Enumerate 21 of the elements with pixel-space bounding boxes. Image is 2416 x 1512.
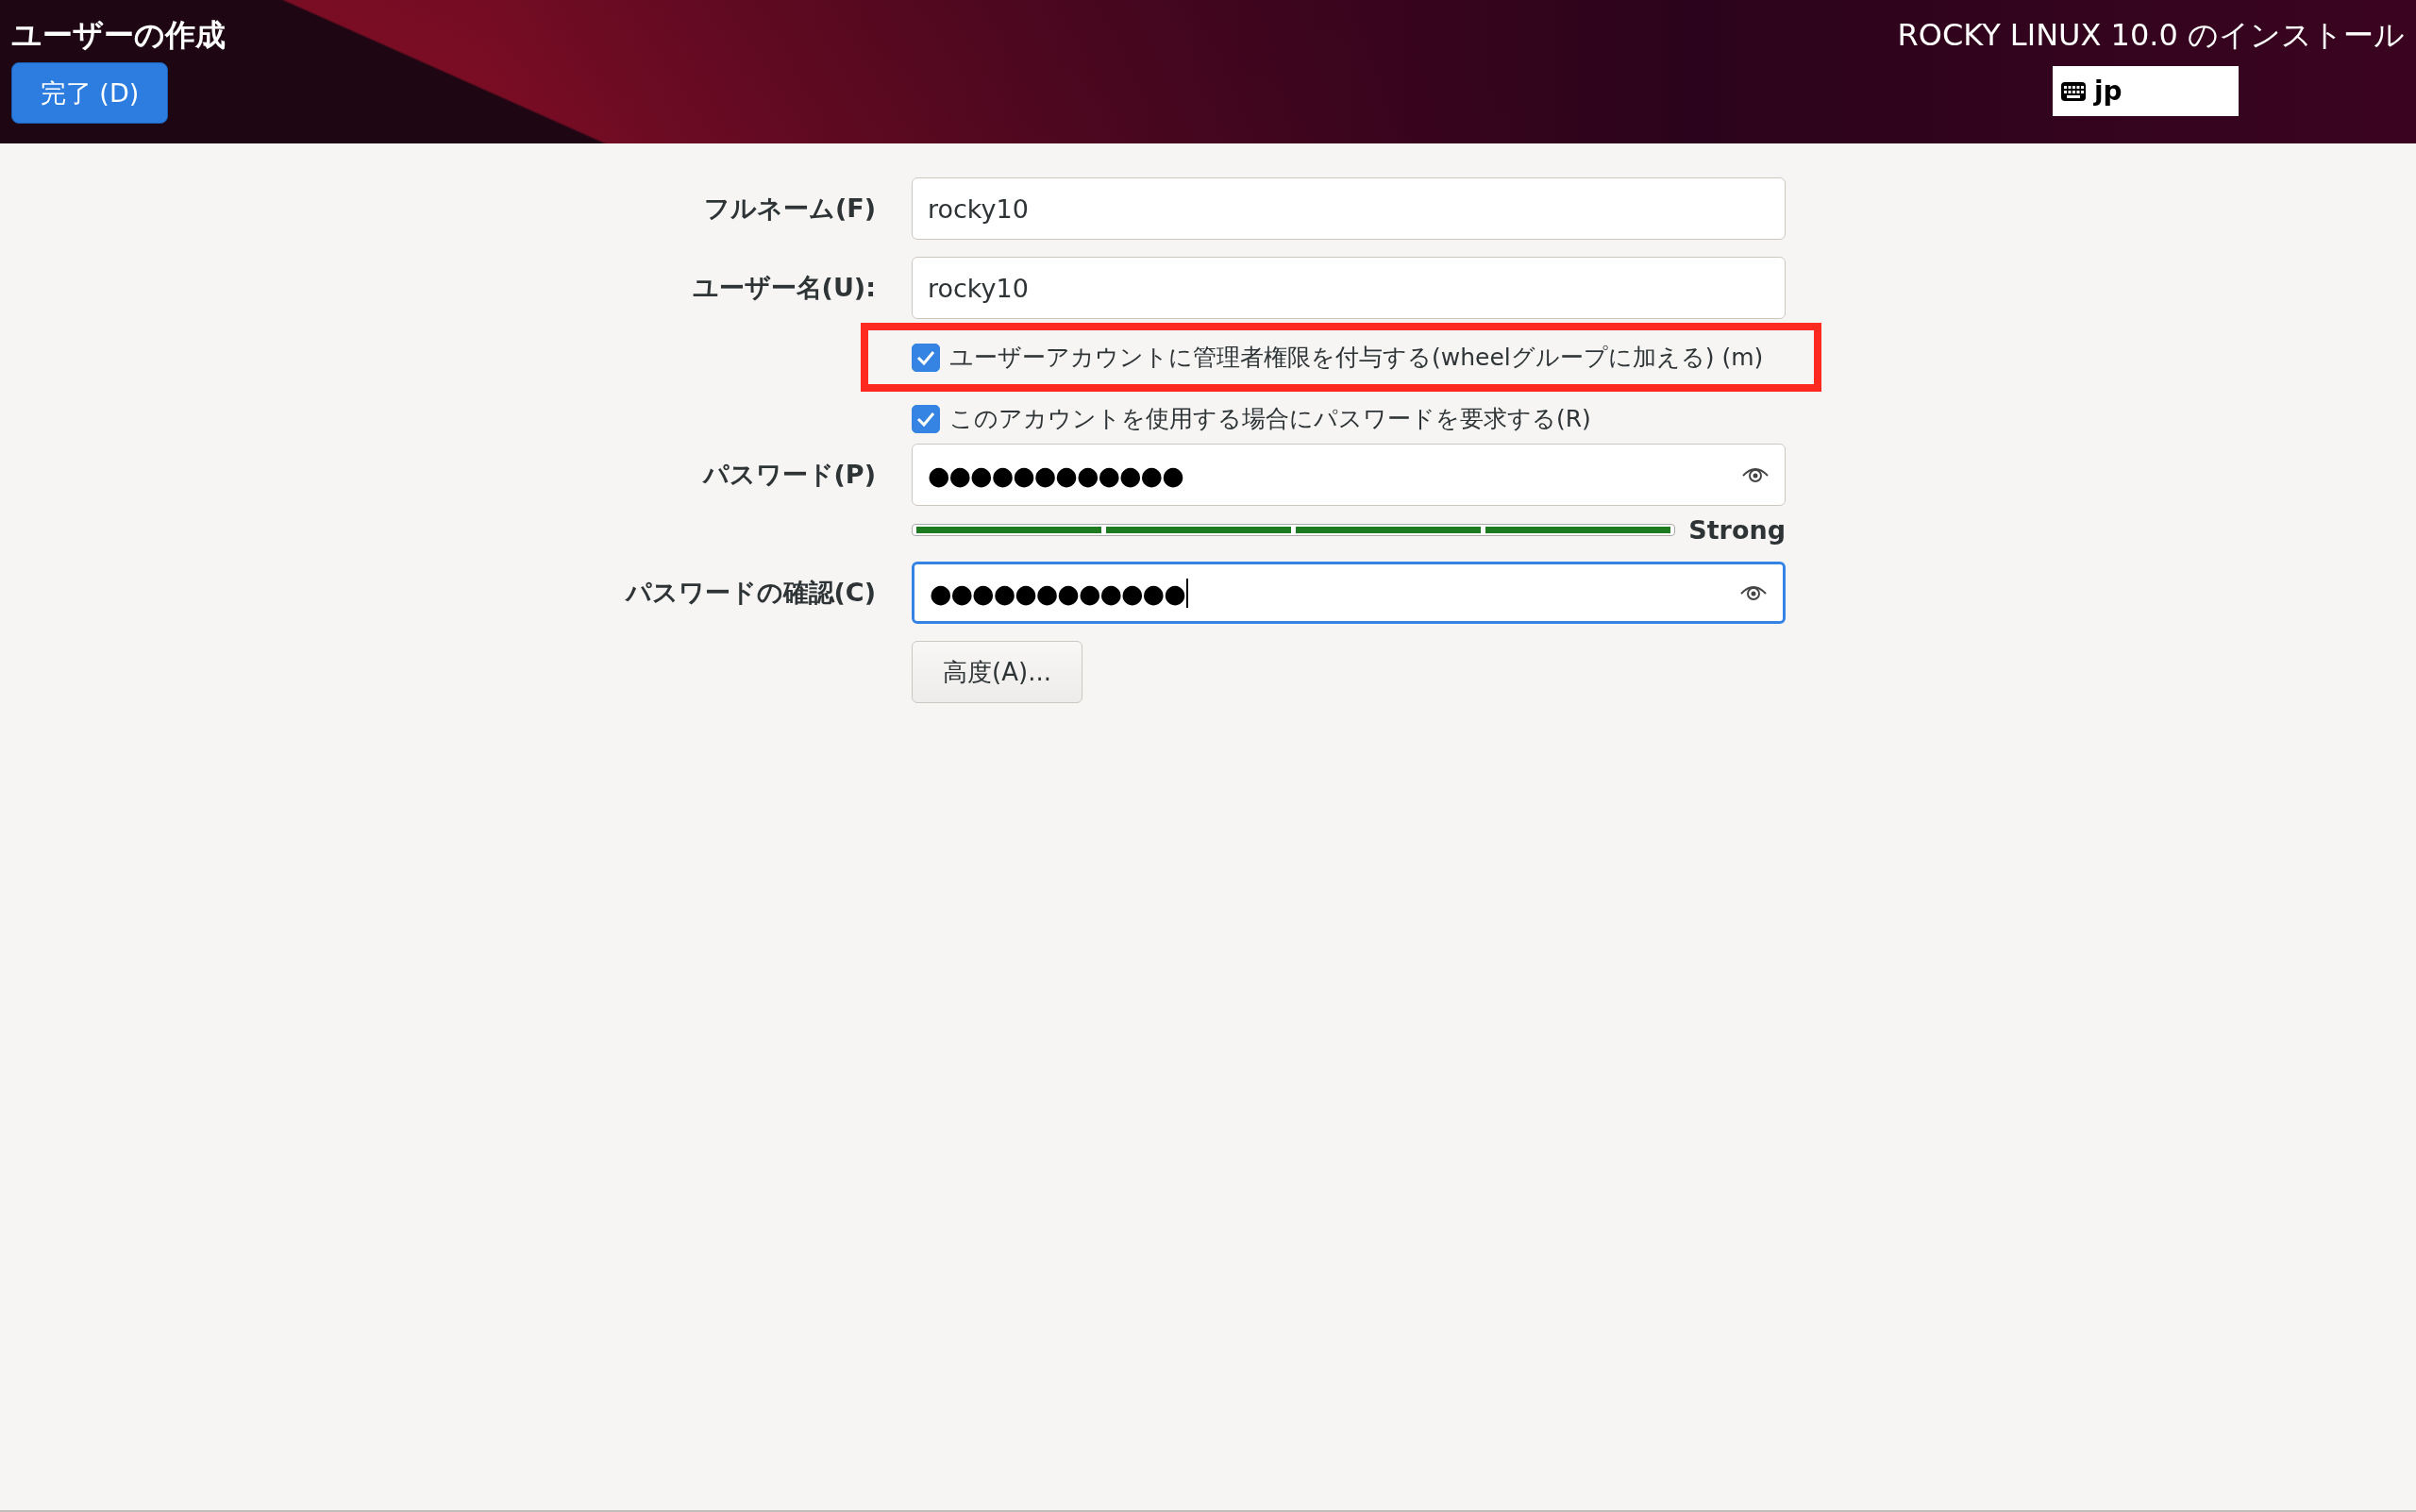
field-label: パスワードの確認(C): [624, 577, 876, 609]
page-title: ユーザーの作成: [11, 16, 226, 55]
check-icon: [916, 349, 935, 365]
password-field[interactable]: ●●●●●●●●●●●●: [912, 444, 1786, 506]
checkbox[interactable]: [912, 343, 940, 372]
text-field[interactable]: rocky10: [912, 257, 1786, 319]
checkbox-option[interactable]: このアカウントを使用する場合にパスワードを要求する(R): [912, 403, 1814, 434]
advanced-button[interactable]: 高度(A)...: [912, 641, 1082, 703]
keyboard-layout-indicator[interactable]: jp: [2053, 66, 2239, 116]
checkbox[interactable]: [912, 404, 940, 433]
checkbox-option[interactable]: ユーザーアカウントに管理者権限を付与する(wheelグループに加える) (m): [912, 342, 1814, 373]
strength-label: Strong: [1688, 515, 1786, 545]
check-icon: [916, 411, 935, 427]
done-button[interactable]: 完了 (D): [11, 62, 168, 124]
password-field[interactable]: ●●●●●●●●●●●●: [912, 562, 1786, 624]
field-label: ユーザー名(U):: [691, 272, 876, 304]
product-title: ROCKY LINUX 10.0 のインストール: [1897, 16, 2405, 55]
field-label: フルネーム(F): [702, 193, 876, 225]
keyboard-icon: [2060, 80, 2087, 102]
field-label: パスワード(P): [701, 459, 876, 491]
text-field[interactable]: rocky10: [912, 177, 1786, 240]
